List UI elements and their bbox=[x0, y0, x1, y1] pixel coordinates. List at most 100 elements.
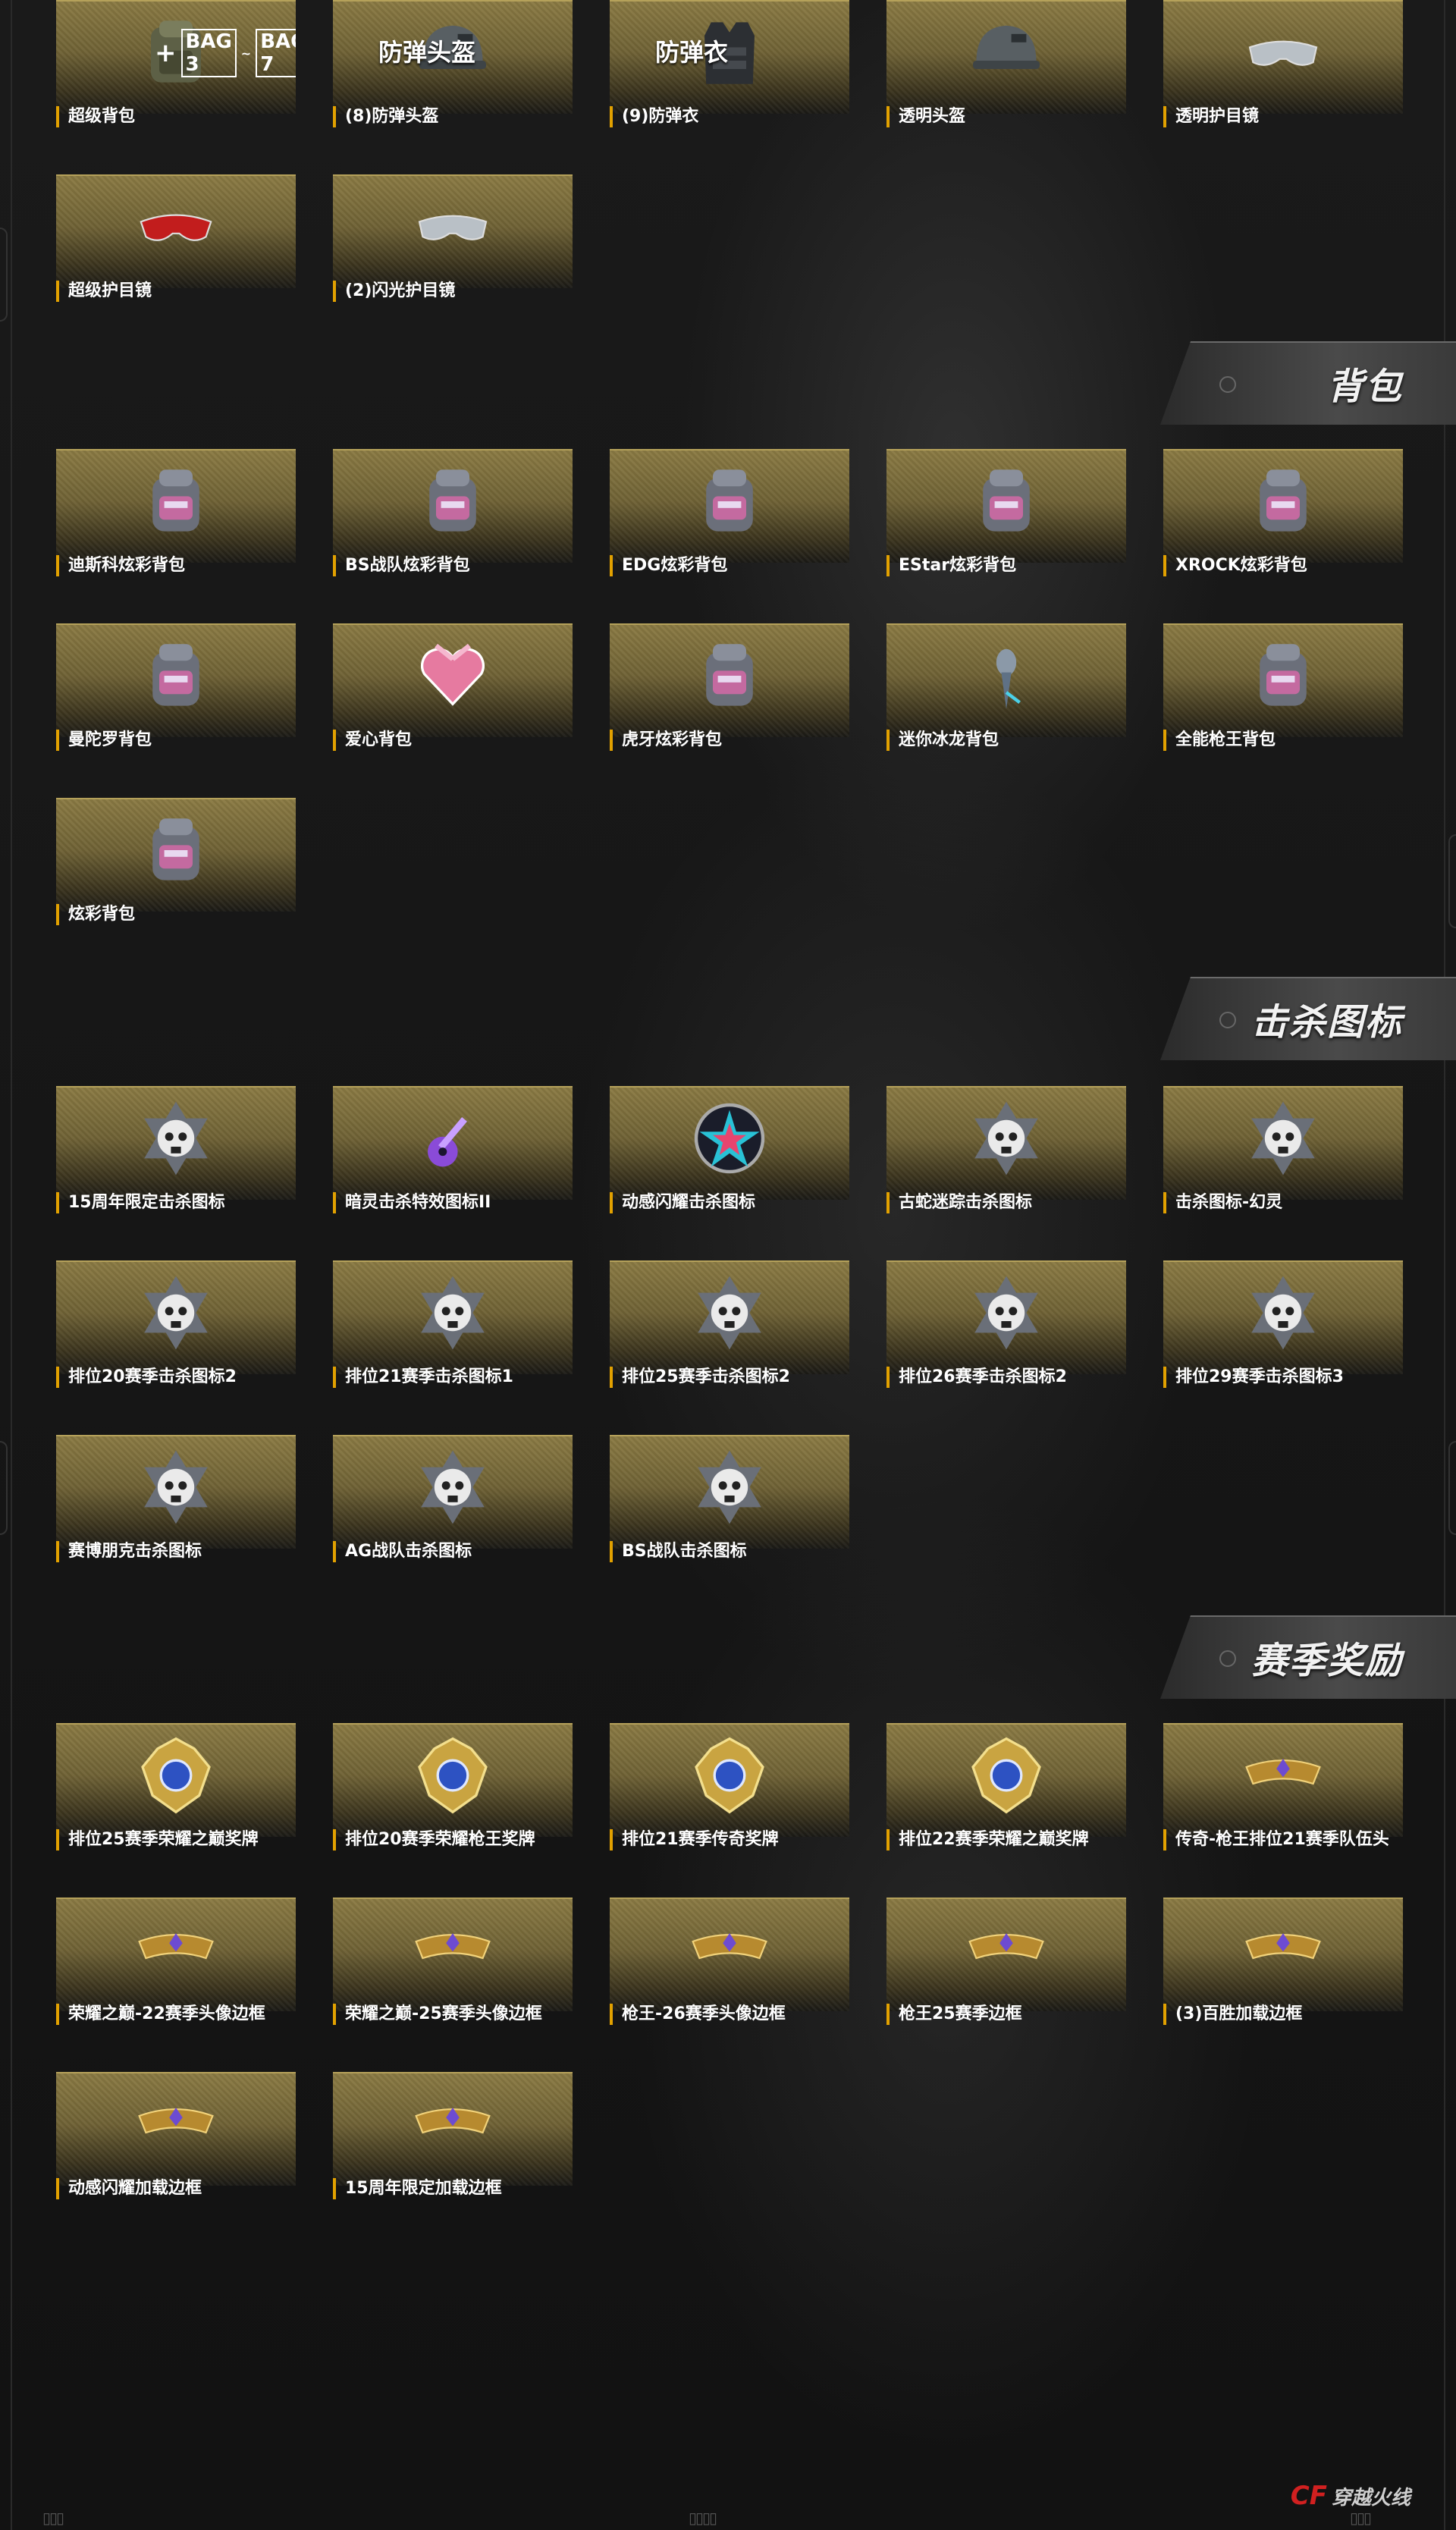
item-tile[interactable]: 枪王-26赛季头像边框 bbox=[610, 1897, 849, 2025]
item-tile[interactable]: 防弹头盔 (8)防弹头盔 bbox=[333, 0, 573, 127]
item-card bbox=[333, 1897, 573, 2011]
item-tile[interactable]: (2)闪光护目镜 bbox=[333, 174, 573, 302]
item-tile[interactable]: 超级护目镜 bbox=[56, 174, 296, 302]
item-card bbox=[610, 1260, 849, 1374]
item-tile[interactable]: 暗灵击杀特效图标II bbox=[333, 1086, 573, 1213]
item-tile[interactable]: 15周年限定加载边框 bbox=[333, 2072, 573, 2199]
item-name: 15周年限定击杀图标 bbox=[56, 1192, 296, 1213]
item-name: 迪斯科炫彩背包 bbox=[56, 555, 296, 576]
item-tile[interactable]: +BAG 3~ BAG 7 超级背包 bbox=[56, 0, 296, 127]
item-name: XROCK炫彩背包 bbox=[1163, 555, 1403, 576]
item-tile[interactable]: 排位22赛季荣耀之巅奖牌 bbox=[886, 1723, 1126, 1850]
item-card bbox=[56, 1260, 296, 1374]
item-tile[interactable]: 排位21赛季传奇奖牌 bbox=[610, 1723, 849, 1850]
item-card bbox=[886, 1897, 1126, 2011]
item-card bbox=[56, 1435, 296, 1549]
skull-emblem-icon bbox=[965, 1097, 1048, 1180]
item-card bbox=[1163, 449, 1403, 563]
frame-icon bbox=[411, 1908, 494, 1992]
item-tile[interactable]: 虎牙炫彩背包 bbox=[610, 623, 849, 751]
item-tile[interactable]: EDG炫彩背包 bbox=[610, 449, 849, 576]
item-tile[interactable]: 传奇-枪王排位21赛季队伍头 bbox=[1163, 1723, 1403, 1850]
item-tile[interactable]: XROCK炫彩背包 bbox=[1163, 449, 1403, 576]
header-ornament bbox=[1219, 376, 1236, 393]
footer-stripes-left: ▯▯▯ bbox=[42, 2509, 64, 2527]
frame-icon bbox=[134, 1908, 218, 1992]
item-tile[interactable]: 15周年限定击杀图标 bbox=[56, 1086, 296, 1213]
backpack-icon bbox=[688, 460, 771, 543]
header-ornament bbox=[1219, 1650, 1236, 1667]
footer: ▯▯▯ ▯▯▯▯ ▯▯▯ bbox=[0, 2500, 1456, 2530]
item-name: 荣耀之巅-25赛季头像边框 bbox=[333, 2004, 573, 2025]
item-tile[interactable]: 古蛇迷踪击杀图标 bbox=[886, 1086, 1126, 1213]
item-card bbox=[886, 0, 1126, 114]
skull-emblem-icon bbox=[411, 1271, 494, 1354]
item-tile[interactable]: 透明头盔 bbox=[886, 0, 1126, 127]
item-tile[interactable]: 赛博朋克击杀图标 bbox=[56, 1435, 296, 1562]
guitar-icon bbox=[411, 1097, 494, 1180]
item-name: 排位20赛季荣耀枪王奖牌 bbox=[333, 1829, 573, 1850]
item-name: 排位20赛季击杀图标2 bbox=[56, 1367, 296, 1388]
item-tile[interactable]: 荣耀之巅-25赛季头像边框 bbox=[333, 1897, 573, 2025]
item-tile[interactable]: 动感闪耀击杀图标 bbox=[610, 1086, 849, 1213]
bag-tag: + bbox=[155, 38, 177, 68]
item-tile[interactable]: 排位25赛季荣耀之巅奖牌 bbox=[56, 1723, 296, 1850]
item-card bbox=[1163, 0, 1403, 114]
item-tile[interactable]: 迪斯科炫彩背包 bbox=[56, 449, 296, 576]
item-tile[interactable]: 荣耀之巅-22赛季头像边框 bbox=[56, 1897, 296, 2025]
item-card bbox=[56, 174, 296, 288]
item-name: 排位21赛季击杀图标1 bbox=[333, 1367, 573, 1388]
item-card bbox=[56, 1897, 296, 2011]
item-tile[interactable]: 动感闪耀加载边框 bbox=[56, 2072, 296, 2199]
item-tile[interactable]: 排位26赛季击杀图标2 bbox=[886, 1260, 1126, 1388]
skull-emblem-icon bbox=[1241, 1271, 1325, 1354]
item-tile[interactable]: 排位29赛季击杀图标3 bbox=[1163, 1260, 1403, 1388]
item-tile[interactable]: 防弹衣 (9)防弹衣 bbox=[610, 0, 849, 127]
bag-capacity-tags: +BAG 3~ BAG 7 bbox=[155, 29, 296, 77]
item-tile[interactable]: 全能枪王背包 bbox=[1163, 623, 1403, 751]
item-tile[interactable]: 曼陀罗背包 bbox=[56, 623, 296, 751]
item-tile[interactable]: BS战队炫彩背包 bbox=[333, 449, 573, 576]
item-tile[interactable]: 爱心背包 bbox=[333, 623, 573, 751]
item-name: (2)闪光护目镜 bbox=[333, 281, 573, 302]
section-title: 击杀图标 bbox=[1250, 1001, 1403, 1044]
item-tile[interactable]: (3)百胜加载边框 bbox=[1163, 1897, 1403, 2025]
item-card bbox=[610, 449, 849, 563]
item-card bbox=[56, 623, 296, 737]
item-card bbox=[1163, 623, 1403, 737]
star-emblem-icon bbox=[688, 1097, 771, 1180]
item-card bbox=[886, 1086, 1126, 1200]
item-tile[interactable]: 排位25赛季击杀图标2 bbox=[610, 1260, 849, 1388]
item-tile[interactable]: AG战队击杀图标 bbox=[333, 1435, 573, 1562]
item-tile[interactable]: 排位20赛季荣耀枪王奖牌 bbox=[333, 1723, 573, 1850]
frame-icon bbox=[134, 2083, 218, 2166]
skull-emblem-icon bbox=[965, 1271, 1048, 1354]
item-card: 防弹头盔 bbox=[333, 0, 573, 114]
item-name: 古蛇迷踪击杀图标 bbox=[886, 1192, 1126, 1213]
item-name: EDG炫彩背包 bbox=[610, 555, 849, 576]
item-name: 超级护目镜 bbox=[56, 281, 296, 302]
item-tile[interactable]: 枪王25赛季边框 bbox=[886, 1897, 1126, 2025]
frame-notch bbox=[0, 1441, 8, 1535]
item-name: AG战队击杀图标 bbox=[333, 1541, 573, 1562]
item-name: 透明护目镜 bbox=[1163, 106, 1403, 127]
item-tile[interactable]: 透明护目镜 bbox=[1163, 0, 1403, 127]
item-tile[interactable]: EStar炫彩背包 bbox=[886, 449, 1126, 576]
item-name: (9)防弹衣 bbox=[610, 106, 849, 127]
frame-icon bbox=[411, 2083, 494, 2166]
item-tile[interactable]: BS战队击杀图标 bbox=[610, 1435, 849, 1562]
item-tile[interactable]: 排位21赛季击杀图标1 bbox=[333, 1260, 573, 1388]
item-card bbox=[886, 449, 1126, 563]
item-name: 排位22赛季荣耀之巅奖牌 bbox=[886, 1829, 1126, 1850]
item-card bbox=[56, 2072, 296, 2186]
backpack-icon bbox=[1241, 634, 1325, 717]
item-tile[interactable]: 迷你冰龙背包 bbox=[886, 623, 1126, 751]
item-name: 动感闪耀击杀图标 bbox=[610, 1192, 849, 1213]
item-tile[interactable]: 炫彩背包 bbox=[56, 798, 296, 925]
backpack-icon bbox=[134, 460, 218, 543]
backpack-icon bbox=[134, 808, 218, 892]
item-tile[interactable]: 击杀图标-幻灵 bbox=[1163, 1086, 1403, 1213]
item-tile[interactable]: 排位20赛季击杀图标2 bbox=[56, 1260, 296, 1388]
item-card bbox=[56, 1086, 296, 1200]
skull-emblem-icon bbox=[411, 1445, 494, 1529]
